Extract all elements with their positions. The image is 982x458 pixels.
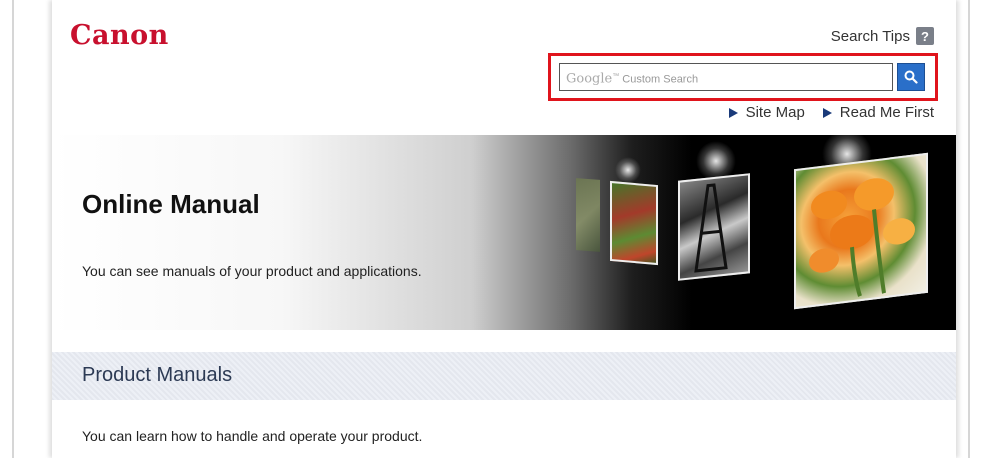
photo-tower	[678, 173, 750, 281]
header-links: Site Map Read Me First	[728, 104, 934, 121]
product-manuals-description: You can learn how to handle and operate …	[82, 428, 423, 444]
page-edge-left	[12, 0, 14, 458]
site-map-label: Site Map	[745, 104, 805, 121]
photo-frame	[610, 180, 658, 266]
google-wordmark: Google	[566, 71, 613, 87]
search-button[interactable]	[897, 63, 925, 91]
photo-flowers	[794, 152, 928, 310]
search-input[interactable]: Google™ Custom Search	[559, 63, 893, 91]
help-icon: ?	[916, 27, 934, 45]
read-me-first-label: Read Me First	[839, 104, 934, 121]
photo-small-1	[576, 178, 600, 252]
spotlight-glow	[615, 157, 641, 183]
triangle-right-icon	[728, 107, 738, 118]
search-icon	[904, 70, 918, 84]
search-placeholder: Custom Search	[622, 73, 699, 86]
page-edge-right	[968, 0, 970, 458]
search-box-highlight: Google™ Custom Search	[548, 53, 938, 101]
search-tips-link[interactable]: Search Tips ?	[831, 27, 934, 45]
canon-logo[interactable]: Canon	[70, 20, 169, 51]
tower-sketch	[694, 183, 728, 273]
search-tips-label: Search Tips	[830, 27, 910, 45]
product-manuals-title[interactable]: Product Manuals	[82, 364, 232, 387]
google-tm: ™	[612, 73, 620, 80]
hero-banner: Online Manual You can see manuals of you…	[52, 129, 956, 330]
tulip-shapes	[809, 178, 915, 297]
read-me-first-link[interactable]: Read Me First	[822, 104, 934, 121]
product-manuals-header: Product Manuals	[52, 352, 956, 400]
page-title: Online Manual	[82, 189, 260, 219]
triangle-right-icon	[822, 107, 832, 118]
page-header: Canon Search Tips ? Google™ Custom Searc…	[52, 0, 956, 135]
page-subtitle: You can see manuals of your product and …	[82, 263, 422, 279]
site-map-link[interactable]: Site Map	[728, 104, 805, 121]
photo-garden	[610, 180, 658, 266]
manual-page: Canon Search Tips ? Google™ Custom Searc…	[52, 0, 956, 458]
